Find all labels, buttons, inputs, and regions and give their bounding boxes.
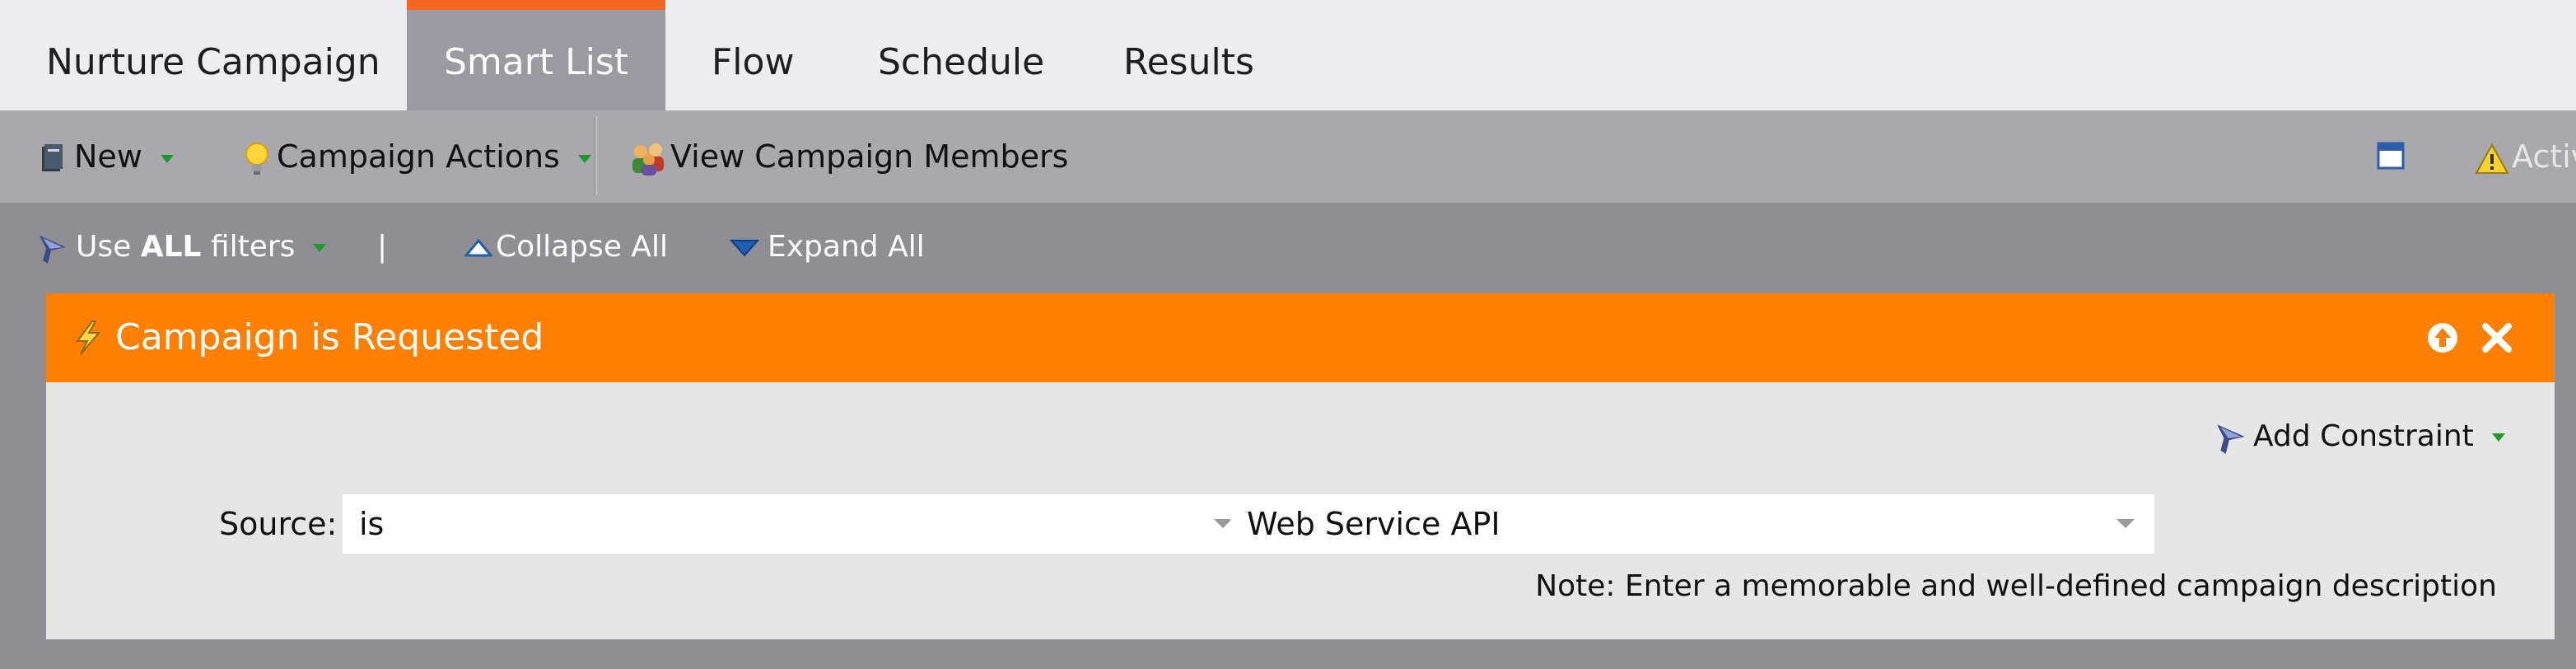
operator-select[interactable]: is <box>343 494 1252 554</box>
tab-results[interactable]: Results <box>1123 0 1254 110</box>
operator-select-value: is <box>359 506 385 542</box>
triangle-down-icon <box>729 240 760 257</box>
expand-all-label: Expand All <box>768 230 925 264</box>
tab-smart-list[interactable]: Smart List <box>407 0 665 110</box>
filter-funnel-icon <box>2217 424 2245 454</box>
triangle-up-icon <box>463 238 494 257</box>
document-icon <box>42 143 63 171</box>
view-campaign-members-label: View Campaign Members <box>670 138 1069 175</box>
tab-flow[interactable]: Flow <box>712 0 794 110</box>
trigger-title: Campaign is Requested <box>115 316 544 358</box>
new-menu-button[interactable]: New <box>40 110 174 203</box>
add-constraint-label: Add Constraint <box>2253 419 2474 453</box>
expand-all-button[interactable]: Expand All <box>729 203 925 292</box>
filter-logic-prefix: Use <box>76 230 141 264</box>
new-label: New <box>74 138 142 175</box>
lightbulb-icon <box>245 142 268 175</box>
tab-nurture-campaign[interactable]: Nurture Campaign <box>46 0 380 110</box>
chevron-down-icon <box>2491 433 2505 442</box>
lightning-icon <box>76 320 101 355</box>
chevron-down-icon <box>313 244 327 252</box>
filter-bar: Use ALL filters | Collapse All Expand Al… <box>0 203 2576 292</box>
people-icon <box>632 143 664 175</box>
filter-logic-menu[interactable]: Use ALL filters <box>36 203 327 292</box>
toolbar-divider <box>595 117 597 196</box>
collapse-all-button[interactable]: Collapse All <box>463 203 669 292</box>
filter-logic-suffix: filters <box>201 230 296 264</box>
chevron-down-icon <box>1214 519 1232 528</box>
add-constraint-button[interactable]: Add Constraint <box>2214 415 2505 458</box>
chevron-down-icon <box>2116 519 2135 528</box>
close-icon[interactable] <box>2480 321 2513 354</box>
toolbar: New Campaign Actions View Campaign Membe… <box>0 110 2576 203</box>
tab-bar: Nurture Campaign Smart List Flow Schedul… <box>0 0 2576 110</box>
status-label: Activ <box>2512 138 2576 175</box>
filter-separator: | <box>377 230 388 264</box>
window-icon[interactable] <box>2377 140 2405 171</box>
campaign-actions-label: Campaign Actions <box>277 138 560 175</box>
view-campaign-members-button[interactable]: View Campaign Members <box>629 110 1068 203</box>
tab-schedule[interactable]: Schedule <box>878 0 1044 110</box>
arrow-up-circle-icon[interactable] <box>2426 321 2459 354</box>
campaign-status: Activ <box>2474 110 2576 203</box>
trigger-body: Add Constraint Source: is Web Service AP… <box>46 382 2555 639</box>
chevron-down-icon <box>160 154 174 163</box>
campaign-actions-menu-button[interactable]: Campaign Actions <box>244 110 591 203</box>
source-value-text: Web Service API <box>1247 506 1500 542</box>
filter-logic-bold: ALL <box>140 230 202 264</box>
description-note: Note: Enter a memorable and well-defined… <box>1535 569 2497 603</box>
collapse-all-label: Collapse All <box>496 230 669 264</box>
source-label: Source: <box>219 506 338 542</box>
trigger-header: Campaign is Requested <box>46 293 2555 382</box>
source-value-select[interactable]: Web Service API <box>1230 494 2154 554</box>
filter-funnel-icon <box>40 236 66 264</box>
warning-icon <box>2475 143 2509 174</box>
chevron-down-icon <box>577 154 591 163</box>
